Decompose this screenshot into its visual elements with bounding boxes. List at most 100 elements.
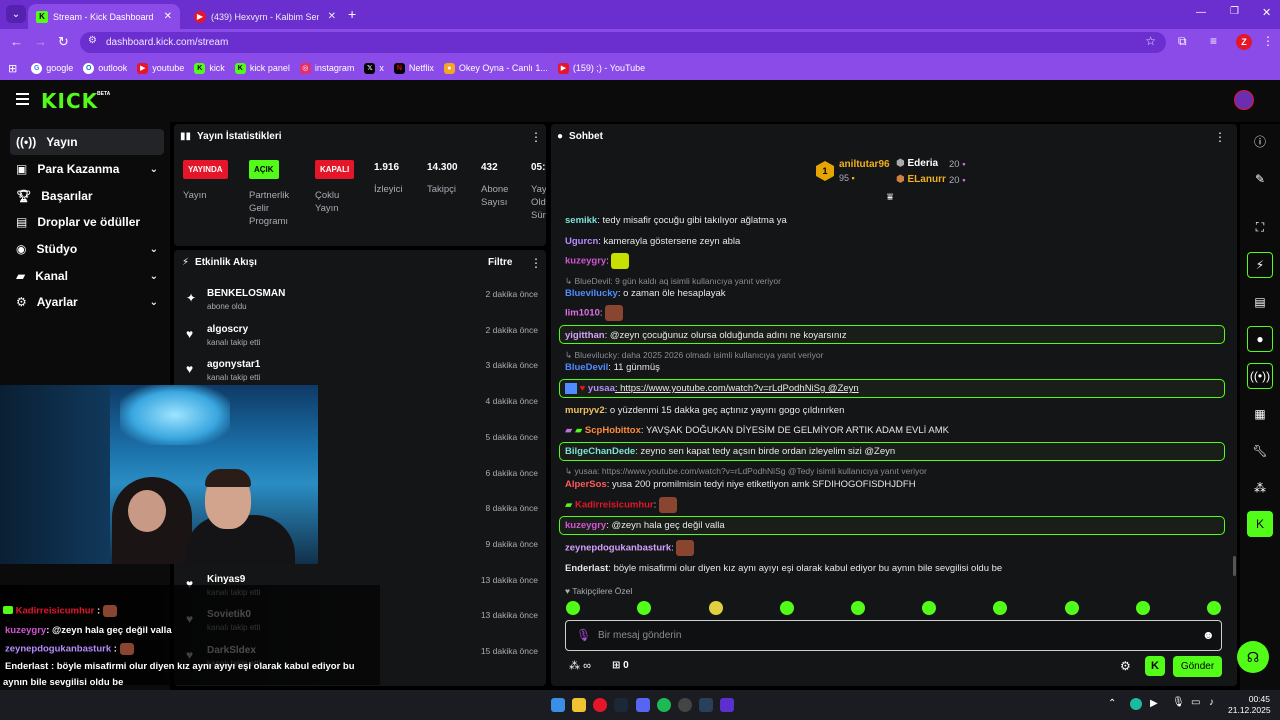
sidebar-item-droplar[interactable]: ▤ Droplar ve ödüller [10, 209, 164, 235]
chat-scrollbar[interactable] [1233, 556, 1236, 576]
activity-item[interactable]: ✦ BENKELOSMAN abone oldu 2 dakika önce [180, 285, 540, 319]
profile-avatar[interactable]: Z [1236, 34, 1252, 50]
emote-shortcut-icon[interactable] [1065, 601, 1079, 615]
clock[interactable]: 00:45 21.12.2025 [1228, 694, 1271, 716]
tab-search-button[interactable]: ⌄ [6, 5, 26, 23]
url-field[interactable]: ⚙ dashboard.kick.com/stream ☆ [80, 32, 1166, 53]
app-icon[interactable] [678, 698, 692, 712]
spotify-icon[interactable] [657, 698, 671, 712]
user-avatar[interactable] [1234, 90, 1254, 110]
minimize-icon[interactable]: — [1196, 7, 1206, 18]
send-button[interactable]: Gönder [1173, 656, 1222, 677]
apps-grid-icon[interactable]: ⊞ [8, 62, 17, 75]
bookmark-youtube-2[interactable]: ▶ (159) ;) - YouTube [557, 62, 645, 74]
sidebar-item-basarilar[interactable]: 🏆︎ Başarılar [10, 183, 164, 209]
sidebar-item-ayarlar[interactable]: ⚙ Ayarlar ⌄ [10, 289, 164, 315]
document-icon[interactable]: ▤ [1247, 289, 1273, 315]
network-icon[interactable]: ▭ [1191, 697, 1200, 708]
badge-icon [565, 383, 577, 394]
emote-shortcut-icon[interactable] [851, 601, 865, 615]
gift-counter[interactable]: ⊞ 0 [612, 660, 629, 671]
steam-icon[interactable] [614, 698, 628, 712]
activity-username[interactable]: BENKELOSMAN [207, 288, 285, 299]
tab-youtube[interactable]: ▶ (439) Hexvyrn - Kalbim Seninle ✕ [186, 4, 344, 29]
volume-icon[interactable]: ♪ [1209, 697, 1214, 708]
kick-app-icon[interactable]: K [1247, 511, 1273, 537]
collapse-leaderboard-icon[interactable]: ⩸ [887, 192, 893, 203]
emote-shortcut-icon[interactable] [566, 601, 580, 615]
site-info-icon[interactable]: ⚙ [88, 35, 97, 46]
emote-shortcut-icon[interactable] [993, 601, 1007, 615]
bookmark-google[interactable]: Ggoogle [31, 62, 73, 74]
window-close-icon[interactable]: ✕ [1262, 6, 1271, 19]
kick-assistant-button[interactable]: ☊ [1237, 641, 1269, 673]
broadcast-toggle-icon[interactable]: ((•)) [1247, 363, 1273, 389]
kick-logo[interactable]: KICK [41, 89, 98, 113]
emoji-icon[interactable]: ☻ [1202, 628, 1215, 642]
emote-shortcut-icon[interactable] [709, 601, 723, 615]
tab-kick-dashboard[interactable]: K Stream - Kick Dashboard ✕ [28, 4, 180, 29]
chat-input[interactable]: 🎙︎ Bir mesaj gönderin ☻ [565, 620, 1222, 651]
edit-icon[interactable]: ✎ [1247, 166, 1273, 192]
info-icon[interactable]: ⓘ [1247, 128, 1273, 154]
new-tab-plus-icon[interactable]: + [348, 6, 356, 22]
emote-shortcut-icon[interactable] [780, 601, 794, 615]
activity-item[interactable]: ♥ algoscry kanalı takip etti 2 dakika önce [180, 321, 540, 355]
activity-username[interactable]: Kinyas9 [207, 574, 245, 585]
emote-shortcut-icon[interactable] [1136, 601, 1150, 615]
wrench-icon[interactable]: 🔧︎ [1247, 438, 1273, 464]
stats-more-icon[interactable]: ⋮ [530, 130, 542, 144]
sidebar-item-yayin[interactable]: ((•)) Yayın [10, 129, 164, 155]
bookmark-kick-panel[interactable]: Kkick panel [234, 62, 290, 74]
bookmark-kick[interactable]: Kkick [194, 62, 225, 74]
bookmark-outlook[interactable]: Ooutlook [83, 62, 127, 74]
hamburger-menu-icon[interactable] [16, 93, 29, 105]
emote-shortcut-icon[interactable] [637, 601, 651, 615]
fullscreen-icon[interactable]: ⛶ [1247, 214, 1273, 240]
leader-name[interactable]: aniltutar96 [839, 159, 890, 170]
sidebar-item-studyo[interactable]: ◉ Stüdyo ⌄ [10, 236, 164, 262]
emote-shortcut-icon[interactable] [922, 601, 936, 615]
quick-actions-icon[interactable]: ⚡︎ [1247, 252, 1273, 278]
maximize-icon[interactable]: ❐ [1230, 6, 1239, 17]
chat-more-icon[interactable]: ⋮ [1214, 130, 1226, 144]
chatters-icon[interactable]: ⁂ ∞ [569, 659, 591, 672]
more-vertical-icon[interactable]: ⋮ [1262, 34, 1274, 48]
forward-arrow-icon[interactable]: → [34, 34, 47, 49]
bookmark-star-icon[interactable]: ☆ [1145, 34, 1156, 48]
activity-username[interactable]: agonystar1 [207, 359, 260, 370]
steam-2-icon[interactable] [699, 698, 713, 712]
kick-emote-button[interactable]: K [1145, 656, 1165, 676]
server-icon[interactable]: ▦ [1247, 401, 1273, 427]
windows-start-icon[interactable] [551, 698, 565, 712]
chrome-icon[interactable] [593, 698, 607, 712]
bookmark-netflix[interactable]: N Netflix [393, 62, 434, 74]
reload-icon[interactable]: ↻ [58, 34, 69, 50]
bookmark-okey[interactable]: ● Okey Oyna - Canlı 1... [443, 62, 548, 74]
extensions-icon[interactable]: ⧉ [1178, 34, 1187, 49]
bookmark-youtube[interactable]: ▶ youtube [137, 62, 184, 74]
app-2-icon[interactable] [720, 698, 734, 712]
back-arrow-icon[interactable]: ← [10, 34, 23, 49]
media-control-icon[interactable]: ≡ [1210, 34, 1217, 48]
bookmark-x[interactable]: 𝕏x [364, 62, 384, 74]
tray-app-icon[interactable]: ▶ [1150, 698, 1158, 709]
sidebar-item-para-kazanma[interactable]: ▣ Para Kazanma ⌄ [10, 156, 164, 182]
activity-more-icon[interactable]: ⋮ [530, 256, 542, 270]
chat-toggle-icon[interactable]: ● [1247, 326, 1273, 352]
microphone-icon[interactable]: 🎙︎ [576, 628, 591, 642]
microphone-icon[interactable]: 🎙︎ [1172, 697, 1185, 708]
tray-chevron-icon[interactable]: ⌃ [1108, 698, 1116, 709]
close-icon[interactable]: ✕ [328, 11, 336, 22]
discord-icon[interactable] [636, 698, 650, 712]
chat-settings-icon[interactable]: ⚙ [1120, 659, 1131, 673]
file-explorer-icon[interactable] [572, 698, 586, 712]
close-icon[interactable]: ✕ [164, 11, 172, 22]
users-icon[interactable]: ⁂ [1247, 475, 1273, 501]
tray-app-icon[interactable] [1130, 698, 1142, 710]
activity-username[interactable]: algoscry [207, 324, 248, 335]
bookmark-instagram[interactable]: ◎ instagram [299, 62, 354, 74]
sidebar-item-kanal[interactable]: ▰ Kanal ⌄ [10, 263, 164, 289]
filter-button[interactable]: Filtre [488, 257, 512, 268]
emote-shortcut-icon[interactable] [1207, 601, 1221, 615]
